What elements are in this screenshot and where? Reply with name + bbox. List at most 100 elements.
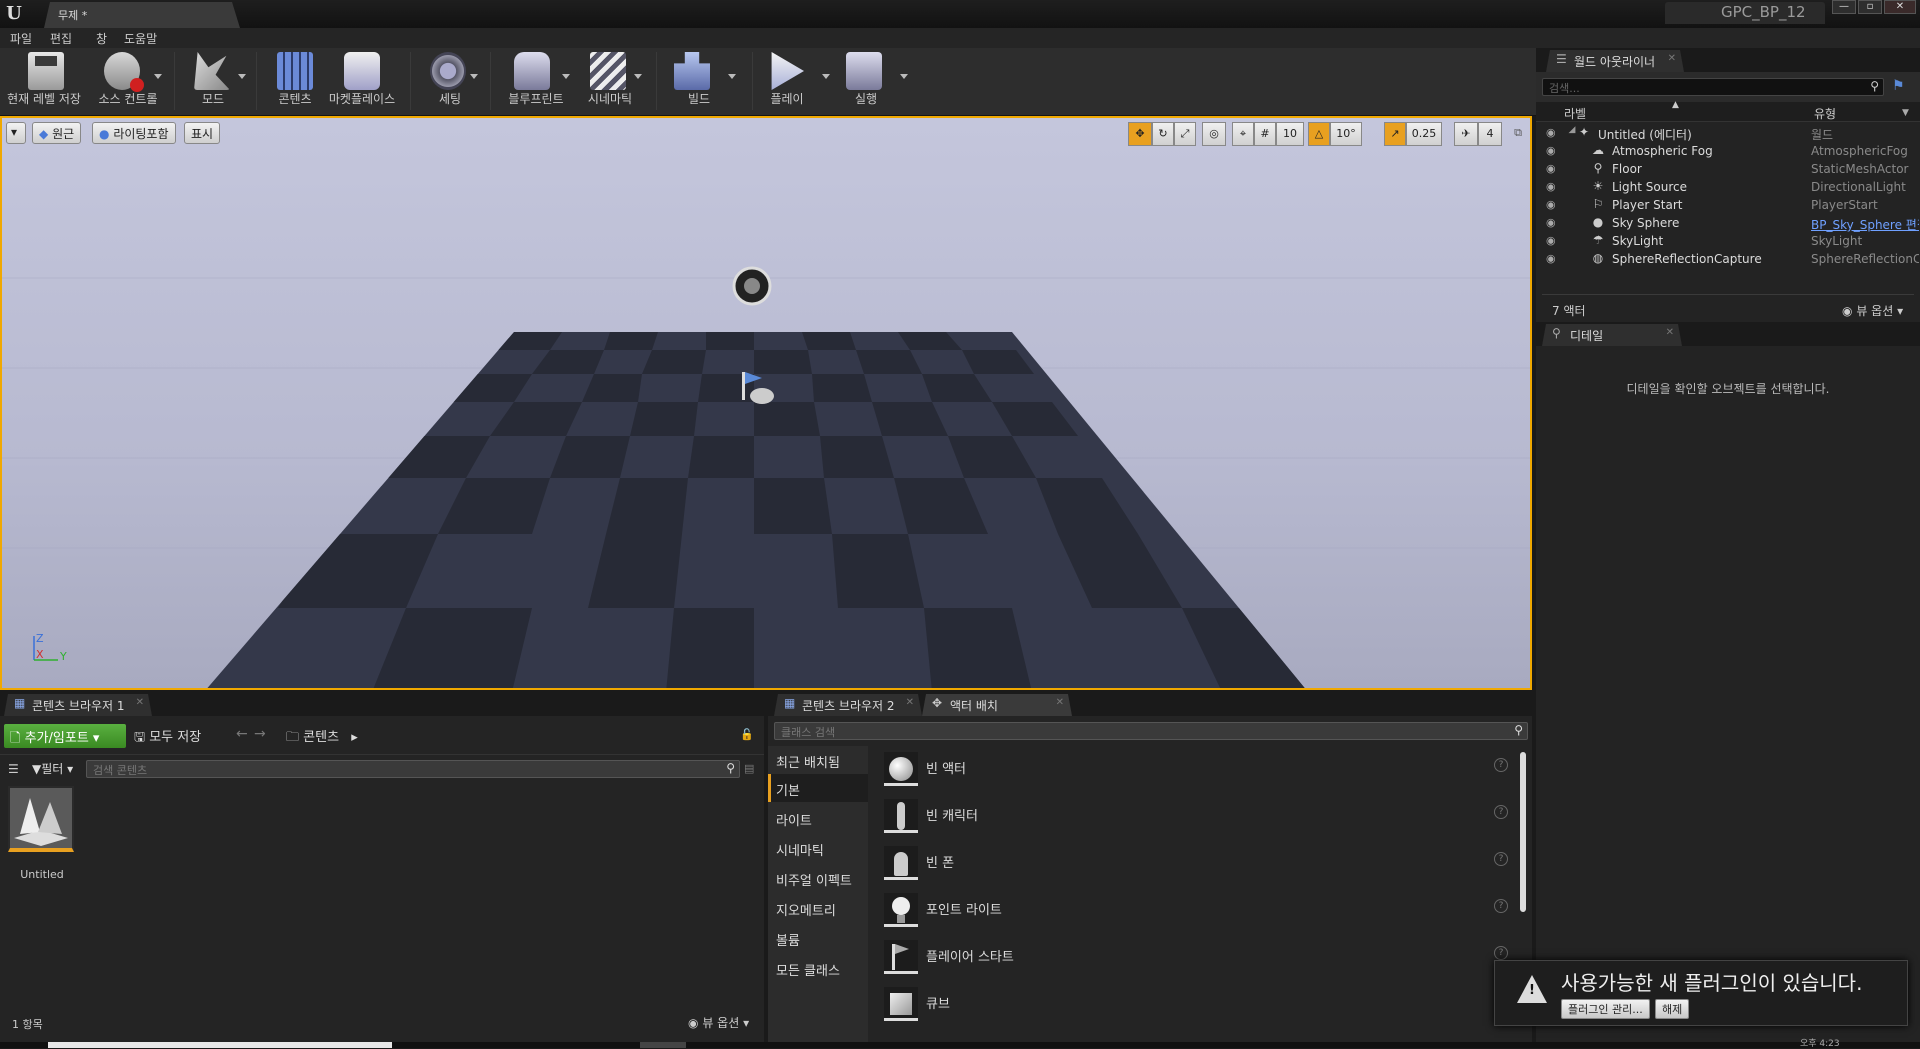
outliner-row-floor[interactable]: ◉ ⚲ Floor StaticMeshActor: [1536, 160, 1920, 178]
outliner-row-light-source[interactable]: ◉ ☀ Light Source DirectionalLight: [1536, 178, 1920, 196]
maximize-viewport-icon[interactable]: ⧉: [1510, 122, 1526, 146]
world-local-icon[interactable]: ◎: [1202, 122, 1226, 146]
scale-mode-icon[interactable]: ⤢: [1174, 122, 1196, 146]
place-actors-scrollbar[interactable]: [1520, 752, 1526, 912]
back-arrow-icon[interactable]: ←: [236, 726, 248, 742]
category-cinematic[interactable]: 시네마틱: [776, 840, 824, 859]
visibility-eye-icon[interactable]: ◉: [1546, 162, 1560, 175]
column-options-icon[interactable]: ▼: [1902, 108, 1909, 118]
path-breadcrumb[interactable]: 🗀 콘텐츠 ▸: [286, 726, 358, 750]
visibility-eye-icon[interactable]: ◉: [1546, 216, 1560, 229]
add-filter-icon[interactable]: ⚑: [1892, 78, 1912, 96]
rotation-snap-value[interactable]: 10°: [1330, 122, 1362, 146]
category-lights[interactable]: 라이트: [776, 810, 812, 829]
column-type-header[interactable]: 유형: [1814, 105, 1836, 122]
close-button[interactable]: ✕: [1884, 0, 1916, 14]
outliner-row-player-start[interactable]: ◉ ⚐ Player Start PlayerStart: [1536, 196, 1920, 214]
path-arrow-icon[interactable]: ▸: [351, 730, 358, 745]
dismiss-notification-button[interactable]: 해제: [1655, 999, 1690, 1019]
visibility-eye-icon[interactable]: ◉: [1546, 126, 1560, 139]
edit-blueprint-link[interactable]: BP_Sky_Sphere 편집: [1811, 216, 1919, 233]
blueprints-button[interactable]: 블루프린트: [496, 48, 576, 112]
place-item-empty-pawn[interactable]: 빈 폰 ?: [876, 840, 1526, 884]
build-button[interactable]: 빌드: [660, 48, 738, 112]
visibility-eye-icon[interactable]: ◉: [1546, 180, 1560, 193]
sources-toggle-icon[interactable]: ☰: [8, 762, 19, 776]
unreal-logo-icon[interactable]: U: [2, 2, 26, 26]
category-all-classes[interactable]: 모든 클래스: [776, 960, 840, 979]
content-button[interactable]: 콘텐츠: [262, 48, 328, 112]
help-icon[interactable]: ?: [1494, 946, 1508, 960]
tab-world-outliner[interactable]: ☰ 월드 아웃라이너 ✕: [1546, 50, 1684, 72]
grid-snap-icon[interactable]: #: [1254, 122, 1276, 146]
show-button[interactable]: 표시: [184, 122, 221, 144]
place-item-empty-actor[interactable]: 빈 액터 ?: [876, 746, 1526, 790]
menu-window[interactable]: 창: [96, 30, 107, 47]
help-icon[interactable]: ?: [1494, 758, 1508, 772]
category-basic[interactable]: 기본: [776, 780, 800, 799]
asset-tile-untitled[interactable]: [8, 786, 74, 852]
category-volumes[interactable]: 볼륨: [776, 930, 800, 949]
cinematics-button[interactable]: 시네마틱: [574, 48, 646, 112]
close-tab-icon[interactable]: ✕: [1666, 327, 1674, 338]
menu-help[interactable]: 도움말: [124, 30, 157, 47]
play-button[interactable]: 플레이: [752, 48, 830, 112]
manage-plugins-button[interactable]: 플러그인 관리...: [1561, 999, 1650, 1019]
maximize-button[interactable]: ▫: [1858, 0, 1882, 14]
scale-snap-value[interactable]: 0.25: [1406, 122, 1442, 146]
help-icon[interactable]: ?: [1494, 852, 1508, 866]
marketplace-button[interactable]: 마켓플레이스: [326, 48, 398, 112]
rotate-mode-icon[interactable]: ↻: [1152, 122, 1174, 146]
tab-details[interactable]: ⚲ 디테일 ✕: [1542, 324, 1682, 346]
place-item-point-light[interactable]: 포인트 라이트 ?: [876, 887, 1526, 931]
close-tab-icon[interactable]: ✕: [1056, 697, 1064, 708]
forward-arrow-icon[interactable]: →: [254, 726, 266, 742]
place-item-cube[interactable]: 큐브: [876, 981, 1526, 1025]
help-icon[interactable]: ?: [1494, 805, 1508, 819]
class-search-input[interactable]: 클래스 검색 ⚲: [774, 722, 1528, 740]
close-tab-icon[interactable]: ✕: [136, 697, 144, 708]
modes-button[interactable]: 모드: [180, 48, 246, 112]
filter-button[interactable]: ▼필터 ▾: [32, 760, 73, 777]
tab-content-browser-1[interactable]: ▦ 콘텐츠 브라우저 1 ✕: [4, 694, 152, 716]
history-icon[interactable]: ▤: [744, 762, 754, 775]
outliner-row-atmospheric-fog[interactable]: ◉ ☁ Atmospheric Fog AtmosphericFog: [1536, 142, 1920, 160]
tab-place-actors[interactable]: ✥ 액터 배치 ✕: [922, 694, 1072, 716]
outliner-row-sky-sphere[interactable]: ◉ ● Sky Sphere BP_Sky_Sphere 편집: [1536, 214, 1920, 232]
menu-file[interactable]: 파일: [10, 30, 32, 47]
source-control-button[interactable]: 소스 컨트롤: [88, 48, 168, 112]
launch-button[interactable]: 실행: [830, 48, 908, 112]
menu-edit[interactable]: 편집: [50, 30, 72, 47]
outliner-row-world[interactable]: ◉ ◢ ✦ Untitled (에디터) 월드: [1536, 124, 1920, 142]
save-all-button[interactable]: 🖫 모두 저장: [134, 726, 201, 750]
close-tab-icon[interactable]: ✕: [906, 697, 914, 708]
outliner-row-skylight[interactable]: ◉ ☂ SkyLight SkyLight: [1536, 232, 1920, 250]
outliner-view-options-button[interactable]: ◉ 뷰 옵션 ▾: [1842, 302, 1903, 319]
camera-speed-icon[interactable]: ✈: [1454, 122, 1478, 146]
place-item-player-start[interactable]: 플레이어 스타트 ?: [876, 934, 1526, 978]
help-icon[interactable]: ?: [1494, 899, 1508, 913]
category-geometry[interactable]: 지오메트리: [776, 900, 836, 919]
outliner-search-input[interactable]: 검색... ⚲: [1542, 78, 1884, 96]
settings-button[interactable]: 세팅: [414, 48, 486, 112]
add-import-button[interactable]: 🗋 추가/임포트 ▾: [4, 724, 126, 748]
perspective-button[interactable]: ◆ 원근: [32, 122, 82, 144]
visibility-eye-icon[interactable]: ◉: [1546, 252, 1560, 265]
visibility-eye-icon[interactable]: ◉: [1546, 198, 1560, 211]
rotation-snap-icon[interactable]: △: [1308, 122, 1330, 146]
outliner-row-sphere-reflection[interactable]: ◉ ◍ SphereReflectionCapture SphereReflec…: [1536, 250, 1920, 268]
translate-mode-icon[interactable]: ✥: [1128, 122, 1152, 146]
lock-icon[interactable]: 🔓: [740, 728, 754, 741]
tab-content-browser-2[interactable]: ▦ 콘텐츠 브라우저 2 ✕: [774, 694, 922, 716]
column-label-header[interactable]: 라벨: [1564, 105, 1586, 122]
category-visual-effects[interactable]: 비주얼 이펙트: [776, 870, 852, 889]
place-item-empty-character[interactable]: 빈 캐릭터 ?: [876, 793, 1526, 837]
content-search-input[interactable]: 검색 콘텐츠 ⚲: [86, 760, 740, 778]
scale-snap-icon[interactable]: ↗: [1384, 122, 1406, 146]
content-view-options-button[interactable]: ◉ 뷰 옵션 ▾: [688, 1014, 749, 1031]
camera-speed-value[interactable]: 4: [1478, 122, 1502, 146]
surface-snap-icon[interactable]: ⌖: [1232, 122, 1254, 146]
viewport-menu-button[interactable]: ▾: [6, 122, 26, 144]
lit-mode-button[interactable]: ● 라이팅포함: [92, 122, 176, 144]
minimize-button[interactable]: —: [1832, 0, 1856, 14]
